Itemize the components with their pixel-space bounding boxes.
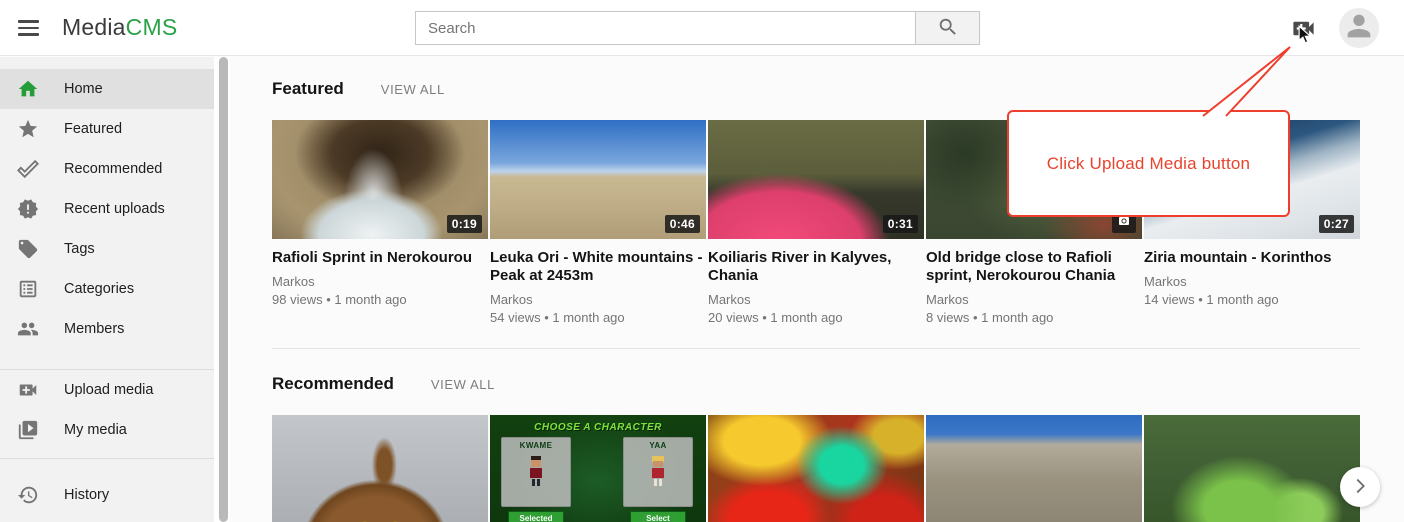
character-sprite	[649, 456, 667, 488]
video-author[interactable]: Markos	[926, 292, 1142, 307]
duration-badge: 0:19	[447, 215, 482, 233]
upload-callout: Click Upload Media button	[1007, 110, 1290, 217]
view-all-link[interactable]: VIEW ALL	[381, 82, 445, 97]
duration-badge: 0:27	[1319, 215, 1354, 233]
sidebar-item-label: Categories	[64, 281, 134, 297]
sidebar-item-label: Upload media	[64, 382, 153, 398]
sidebar-item-members[interactable]: Members	[0, 309, 214, 349]
sidebar-item-label: Home	[64, 81, 103, 97]
video-thumbnail[interactable]: 0:31	[708, 120, 924, 239]
star-icon	[16, 117, 40, 141]
video-thumbnail[interactable]: 0:19	[272, 120, 488, 239]
video-author[interactable]: Markos	[1144, 274, 1360, 289]
duration-badge: 0:31	[883, 215, 918, 233]
new-releases-icon	[16, 197, 40, 221]
video-thumbnail[interactable]	[1144, 415, 1360, 522]
video-library-icon	[16, 418, 40, 442]
video-thumbnail[interactable]	[926, 415, 1142, 522]
sidebar-item-home[interactable]: Home	[0, 69, 214, 109]
character-name: YAA	[624, 441, 692, 450]
sidebar-nav: Home Featured Recommended Recent uploads…	[0, 57, 214, 522]
video-meta: 54 views • 1 month ago	[490, 310, 706, 325]
video-title[interactable]: Rafioli Sprint in Nerokourou	[272, 249, 488, 267]
sidebar-item-label: Members	[64, 321, 124, 337]
video-card: 0:31 Koiliaris River in Kalyves, Chania …	[708, 120, 924, 325]
sidebar-item-recent-uploads[interactable]: Recent uploads	[0, 189, 214, 229]
chevron-right-icon	[1349, 475, 1371, 500]
logo-media: Media	[62, 14, 126, 40]
character-panel: KWAME	[501, 437, 571, 507]
recommended-section: Recommended VIEW ALL CHOOSE A CHARACTER …	[272, 374, 1360, 522]
callout-arrow	[1180, 44, 1310, 118]
section-title: Featured	[272, 79, 344, 99]
video-meta: 8 views • 1 month ago	[926, 310, 1142, 325]
sidebar-item-history[interactable]: History	[0, 475, 214, 515]
sidebar-item-label: Featured	[64, 121, 122, 137]
video-thumbnail[interactable]: CHOOSE A CHARACTER KWAME YAA	[490, 415, 706, 522]
section-divider	[272, 348, 1360, 349]
character-sprite	[527, 456, 545, 488]
video-title[interactable]: Ziria mountain - Korinthos	[1144, 249, 1360, 267]
carousel-next-button[interactable]	[1340, 467, 1380, 507]
thumbnail-game-title: CHOOSE A CHARACTER	[490, 422, 706, 433]
logo-cms: CMS	[126, 14, 178, 40]
search-bar	[415, 11, 980, 45]
sidebar-scrollbar[interactable]	[219, 57, 228, 522]
video-meta: 98 views • 1 month ago	[272, 292, 488, 307]
sidebar: Home Featured Recommended Recent uploads…	[0, 57, 230, 522]
video-card	[926, 415, 1142, 522]
list-icon	[16, 277, 40, 301]
sidebar-item-tags[interactable]: Tags	[0, 229, 214, 269]
sidebar-item-featured[interactable]: Featured	[0, 109, 214, 149]
search-icon	[937, 16, 959, 41]
sidebar-item-label: My media	[64, 422, 127, 438]
video-card: 0:46 Leuka Ori - White mountains - Peak …	[490, 120, 706, 325]
selected-button: Selected	[508, 511, 564, 522]
section-title: Recommended	[272, 374, 394, 394]
tag-icon	[16, 237, 40, 261]
search-input[interactable]	[415, 11, 916, 45]
video-card: 0:19 Rafioli Sprint in Nerokourou Markos…	[272, 120, 488, 325]
character-name: KWAME	[502, 441, 570, 450]
mouse-cursor-icon	[1297, 25, 1313, 45]
home-icon	[16, 77, 40, 101]
sidebar-item-my-media[interactable]: My media	[0, 410, 214, 450]
sidebar-item-label: Recent uploads	[64, 201, 165, 217]
video-title[interactable]: Koiliaris River in Kalyves, Chania	[708, 249, 924, 285]
sidebar-item-label: Tags	[64, 241, 95, 257]
sidebar-item-label: Recommended	[64, 161, 162, 177]
history-icon	[16, 483, 40, 507]
person-icon	[1342, 9, 1376, 48]
sidebar-item-upload-media[interactable]: Upload media	[0, 370, 214, 410]
video-card	[272, 415, 488, 522]
video-meta: 20 views • 1 month ago	[708, 310, 924, 325]
video-meta: 14 views • 1 month ago	[1144, 292, 1360, 307]
search-button[interactable]	[916, 11, 980, 45]
view-all-link[interactable]: VIEW ALL	[431, 377, 495, 392]
video-author[interactable]: Markos	[272, 274, 488, 289]
video-thumbnail[interactable]	[272, 415, 488, 522]
select-button: Select	[630, 511, 686, 522]
sidebar-item-categories[interactable]: Categories	[0, 269, 214, 309]
sidebar-item-label: History	[64, 487, 109, 503]
sidebar-item-recommended[interactable]: Recommended	[0, 149, 214, 189]
video-card: CHOOSE A CHARACTER KWAME YAA	[490, 415, 706, 522]
app-logo[interactable]: MediaCMS	[62, 14, 177, 41]
people-icon	[16, 317, 40, 341]
upload-media-icon	[16, 378, 40, 402]
duration-badge: 0:46	[665, 215, 700, 233]
callout-text: Click Upload Media button	[1047, 154, 1250, 174]
user-avatar[interactable]	[1339, 8, 1379, 48]
video-title[interactable]: Leuka Ori - White mountains - Peak at 24…	[490, 249, 706, 285]
video-thumbnail[interactable]	[708, 415, 924, 522]
video-author[interactable]: Markos	[490, 292, 706, 307]
character-panel: YAA	[623, 437, 693, 507]
video-card	[1144, 415, 1360, 522]
video-card	[708, 415, 924, 522]
hamburger-menu-icon[interactable]	[15, 17, 41, 39]
video-thumbnail[interactable]: 0:46	[490, 120, 706, 239]
video-author[interactable]: Markos	[708, 292, 924, 307]
video-title[interactable]: Old bridge close to Rafioli sprint, Nero…	[926, 249, 1142, 285]
double-check-icon	[16, 157, 40, 181]
